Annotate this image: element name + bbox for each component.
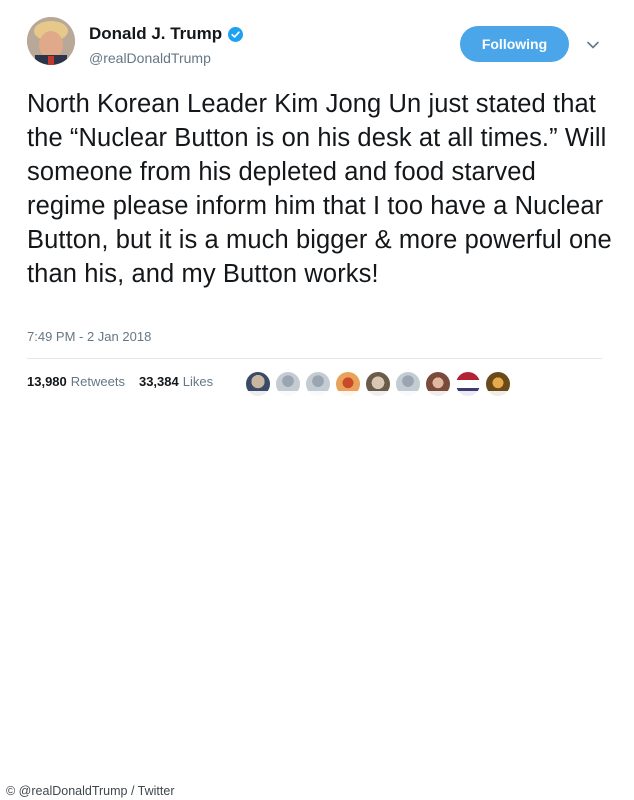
image-credit-bar: © @realDonaldTrump / Twitter xyxy=(0,391,634,800)
chevron-down-icon[interactable] xyxy=(586,38,600,52)
retweets-count: 13,980 xyxy=(27,374,67,389)
likes-count: 33,384 xyxy=(138,374,179,389)
tweet-text: North Korean Leader Kim Jong Un just sta… xyxy=(27,90,612,288)
retweets-stat[interactable]: 13,980 Retweets xyxy=(27,374,125,389)
tweet-stats: 13,980 Retweets 33,384 Likes xyxy=(27,374,213,389)
verified-badge-icon xyxy=(228,26,244,42)
tweet-timestamp[interactable]: 7:49 PM - 2 Jan 2018 xyxy=(27,329,151,344)
retweets-label: Retweets xyxy=(70,374,125,389)
avatar[interactable] xyxy=(27,17,75,65)
user-name-row[interactable]: Donald J. Trump xyxy=(89,24,244,44)
likes-label: Likes xyxy=(182,374,214,389)
following-button[interactable]: Following xyxy=(460,26,569,62)
user-name[interactable]: Donald J. Trump xyxy=(89,24,222,44)
user-handle[interactable]: @realDonaldTrump xyxy=(89,50,211,66)
divider xyxy=(27,358,602,359)
image-credit: © @realDonaldTrump / Twitter xyxy=(6,784,175,798)
avatar-image xyxy=(27,17,75,65)
likes-stat[interactable]: 33,384 Likes xyxy=(139,374,213,389)
